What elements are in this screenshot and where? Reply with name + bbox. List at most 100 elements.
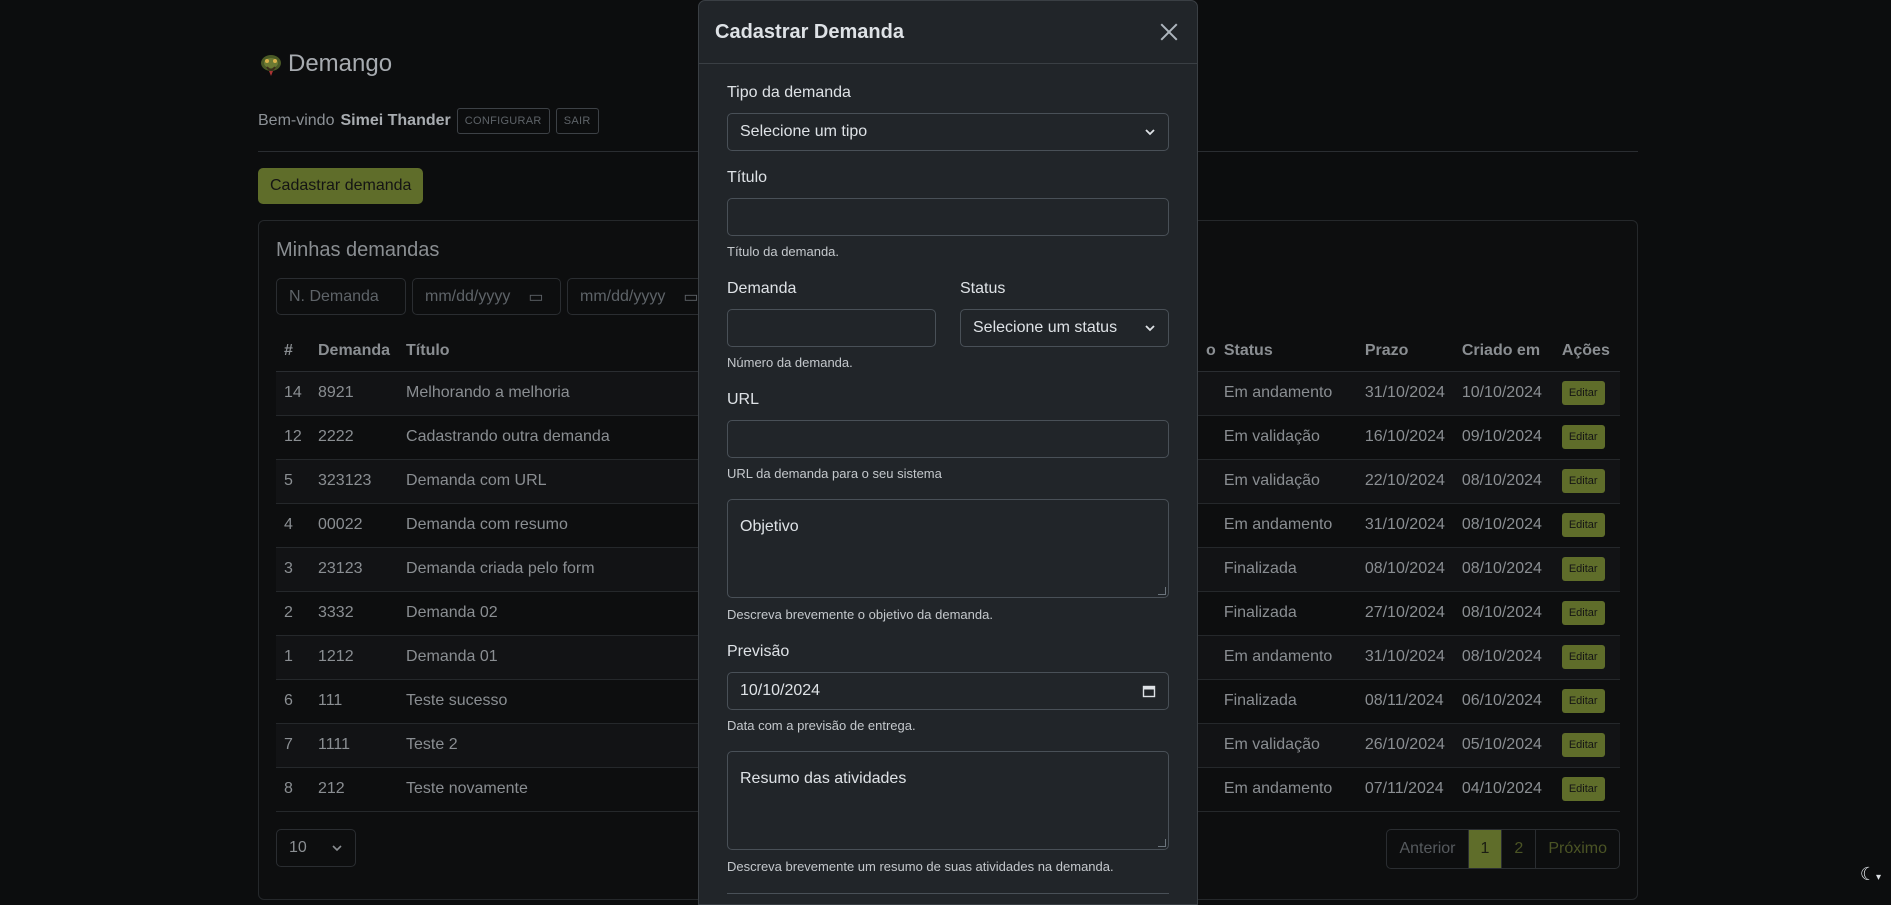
row-number: 323123: [310, 459, 399, 504]
objective-textarea[interactable]: Objetivo: [727, 499, 1169, 598]
resize-grip-icon[interactable]: [1158, 587, 1166, 595]
edit-button[interactable]: Editar: [1561, 513, 1605, 537]
row-status: Em validação: [1215, 459, 1357, 504]
pager-page-1[interactable]: 1: [1468, 830, 1503, 868]
row-deadline: 22/10/2024: [1356, 459, 1454, 504]
row-actions: Editar: [1553, 723, 1620, 768]
pager-next[interactable]: Próximo: [1536, 830, 1619, 868]
forecast-date-input[interactable]: 10/10/2024: [727, 672, 1169, 710]
row-created: 06/10/2024: [1453, 679, 1554, 724]
forecast-help: Data com a previsão de entrega.: [727, 718, 916, 733]
url-help: URL da demanda para o seu sistema: [727, 466, 942, 481]
calendar-icon[interactable]: ▭: [528, 287, 543, 307]
col-status[interactable]: Status: [1215, 331, 1357, 372]
forecast-label: Previsão: [727, 643, 790, 660]
close-icon[interactable]: [1157, 20, 1181, 44]
row-status: Em andamento: [1215, 503, 1357, 548]
row-created: 09/10/2024: [1453, 415, 1554, 460]
row-type: [1206, 679, 1216, 724]
status-select-value: Selecione um status: [973, 319, 1118, 336]
row-type: [1206, 459, 1216, 504]
col-type[interactable]: o: [1206, 331, 1216, 372]
configure-button[interactable]: CONFIGURAR: [456, 108, 550, 134]
number-help: Número da demanda.: [727, 355, 853, 370]
title-label: Título: [727, 169, 768, 186]
register-demand-button[interactable]: Cadastrar demanda: [258, 168, 424, 204]
edit-button[interactable]: Editar: [1561, 557, 1605, 581]
pager-previous[interactable]: Anterior: [1387, 830, 1469, 868]
row-deadline: 16/10/2024: [1356, 415, 1454, 460]
chevron-down-icon: [1145, 325, 1155, 332]
row-type: [1206, 591, 1216, 636]
col-number[interactable]: Demanda: [310, 331, 399, 372]
edit-button[interactable]: Editar: [1561, 601, 1605, 625]
row-deadline: 08/10/2024: [1356, 547, 1454, 592]
title-help: Título da demanda.: [727, 244, 840, 259]
number-filter-input[interactable]: N. Demanda: [276, 278, 406, 315]
date-to-input[interactable]: mm/dd/yyyy ▭: [567, 278, 716, 315]
per-page-select[interactable]: 10: [276, 829, 356, 867]
theme-toggle[interactable]: ☾▾: [1860, 864, 1881, 885]
row-type: [1206, 547, 1216, 592]
row-id: 12: [276, 415, 310, 460]
date-from-text: mm/dd/yyyy: [425, 287, 511, 305]
caret-down-icon: ▾: [1875, 872, 1881, 883]
welcome-bar: Bem-vindo Simei Thander CONFIGURAR SAIR: [258, 108, 599, 134]
edit-button[interactable]: Editar: [1561, 645, 1605, 669]
edit-button[interactable]: Editar: [1561, 689, 1605, 713]
user-name: Simei Thander: [340, 112, 451, 129]
date-from-input[interactable]: mm/dd/yyyy ▭: [412, 278, 561, 315]
row-created: 08/10/2024: [1453, 547, 1554, 592]
row-number: 1212: [310, 635, 399, 680]
row-status: Em andamento: [1215, 371, 1357, 416]
edit-button[interactable]: Editar: [1561, 777, 1605, 801]
calendar-icon[interactable]: ▭: [683, 287, 698, 307]
row-number: 2222: [310, 415, 399, 460]
title-input[interactable]: [727, 198, 1169, 236]
type-label: Tipo da demanda: [727, 84, 851, 101]
row-status: Em andamento: [1215, 767, 1357, 812]
row-id: 1: [276, 635, 310, 680]
edit-button[interactable]: Editar: [1561, 733, 1605, 757]
row-actions: Editar: [1553, 371, 1620, 416]
status-select[interactable]: Selecione um status: [960, 309, 1169, 347]
row-number: 3332: [310, 591, 399, 636]
row-created: 08/10/2024: [1453, 635, 1554, 680]
row-actions: Editar: [1553, 635, 1620, 680]
resize-grip-icon[interactable]: [1158, 839, 1166, 847]
row-status: Em andamento: [1215, 635, 1357, 680]
row-deadline: 31/10/2024: [1356, 635, 1454, 680]
row-deadline: 26/10/2024: [1356, 723, 1454, 768]
objective-placeholder: Objetivo: [740, 518, 799, 535]
row-type: [1206, 635, 1216, 680]
edit-button[interactable]: Editar: [1561, 425, 1605, 449]
url-input[interactable]: [727, 420, 1169, 458]
logout-button[interactable]: SAIR: [555, 108, 599, 134]
col-deadline[interactable]: Prazo: [1356, 331, 1454, 372]
pager-page-2[interactable]: 2: [1502, 830, 1537, 868]
row-type: [1206, 767, 1216, 812]
type-select[interactable]: Selecione um tipo: [727, 113, 1169, 151]
col-created[interactable]: Criado em: [1453, 331, 1554, 372]
row-deadline: 31/10/2024: [1356, 371, 1454, 416]
row-id: 6: [276, 679, 310, 724]
modal-footer-divider: [727, 893, 1169, 894]
row-actions: Editar: [1553, 591, 1620, 636]
brand[interactable]: Demango: [258, 50, 392, 78]
edit-button[interactable]: Editar: [1561, 469, 1605, 493]
row-type: [1206, 371, 1216, 416]
number-input[interactable]: [727, 309, 936, 347]
row-id: 14: [276, 371, 310, 416]
calendar-icon[interactable]: [1142, 684, 1156, 698]
type-select-value: Selecione um tipo: [740, 123, 868, 140]
page: Demango Bem-vindo Simei Thander CONFIGUR…: [0, 0, 1891, 905]
row-actions: Editar: [1553, 679, 1620, 724]
summary-textarea[interactable]: Resumo das atividades: [727, 751, 1169, 850]
edit-button[interactable]: Editar: [1561, 381, 1605, 405]
col-id[interactable]: #: [276, 331, 310, 372]
row-status: Em validação: [1215, 723, 1357, 768]
pagination: Anterior 1 2 Próximo: [1386, 829, 1620, 869]
number-label: Demanda: [727, 280, 797, 297]
status-label: Status: [960, 280, 1006, 297]
row-created: 08/10/2024: [1453, 459, 1554, 504]
